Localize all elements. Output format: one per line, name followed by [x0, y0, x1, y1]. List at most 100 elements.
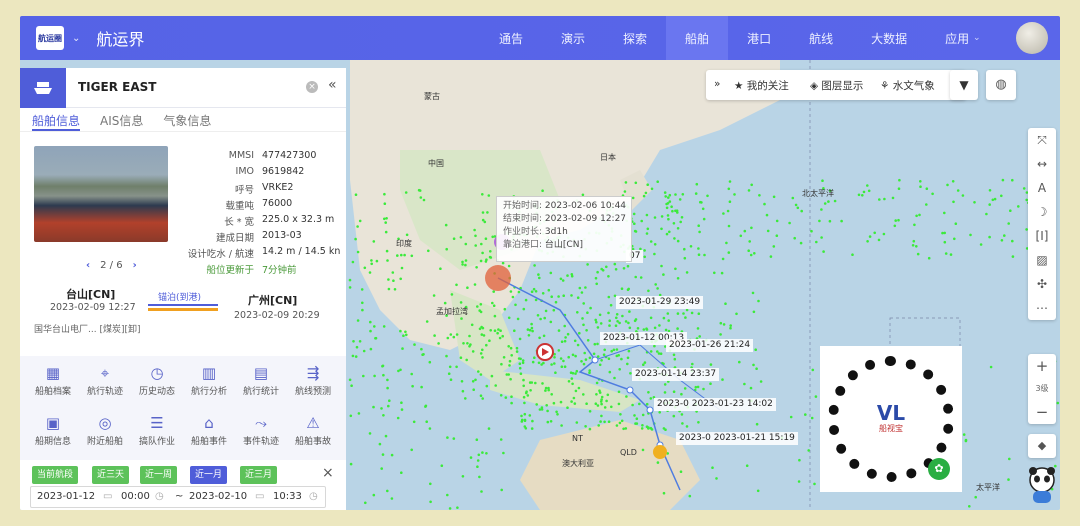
ship-dot[interactable]	[653, 326, 657, 330]
ship-dot[interactable]	[607, 311, 610, 315]
ship-dot[interactable]	[631, 403, 634, 407]
ship-dot[interactable]	[420, 385, 423, 389]
ship-dot[interactable]	[641, 448, 645, 452]
ship-dot[interactable]	[358, 340, 362, 343]
ship-dot[interactable]	[645, 213, 649, 217]
ship-dot[interactable]	[475, 266, 478, 269]
ship-dot[interactable]	[446, 436, 449, 439]
ship-dot[interactable]	[378, 442, 382, 446]
ship-dot[interactable]	[600, 267, 603, 271]
ship-dot[interactable]	[915, 214, 918, 218]
ship-dot[interactable]	[675, 209, 679, 212]
ship-dot[interactable]	[481, 326, 485, 330]
ship-dot[interactable]	[505, 373, 509, 376]
ship-dot[interactable]	[985, 212, 988, 216]
ship-dot[interactable]	[1011, 178, 1014, 182]
ship-dot[interactable]	[554, 371, 557, 375]
ship-dot[interactable]	[515, 346, 519, 350]
ship-dot[interactable]	[559, 400, 563, 404]
ship-dot[interactable]	[676, 277, 680, 280]
ship-dot[interactable]	[473, 228, 476, 232]
ship-dot[interactable]	[676, 312, 680, 315]
ship-dot[interactable]	[620, 357, 623, 361]
ship-dot[interactable]	[526, 328, 530, 331]
ship-dot[interactable]	[490, 374, 494, 378]
ship-dot[interactable]	[362, 374, 365, 378]
ship-dot[interactable]	[503, 307, 507, 311]
ship-dot[interactable]	[582, 362, 586, 366]
zoom-out-button[interactable]: −	[1028, 400, 1056, 424]
ship-dot[interactable]	[382, 414, 385, 417]
ship-dot[interactable]	[497, 328, 500, 331]
ship-dot[interactable]	[368, 432, 372, 435]
ship-dot[interactable]	[722, 212, 725, 215]
ship-dot[interactable]	[649, 350, 653, 353]
ship-dot[interactable]	[799, 241, 803, 245]
ship-dot[interactable]	[1022, 187, 1026, 190]
ship-dot[interactable]	[385, 217, 388, 220]
ship-dot[interactable]	[370, 262, 374, 266]
ship-dot[interactable]	[477, 370, 480, 373]
ship-dot[interactable]	[616, 320, 619, 323]
ship-dot[interactable]	[576, 311, 579, 314]
ship-dot[interactable]	[383, 217, 386, 221]
ship-dot[interactable]	[584, 425, 587, 428]
ship-dot[interactable]	[381, 364, 384, 368]
ship-dot[interactable]	[749, 386, 753, 390]
ship-dot[interactable]	[563, 365, 567, 369]
ship-dot[interactable]	[405, 233, 409, 237]
ship-dot[interactable]	[619, 413, 622, 416]
ship-dot[interactable]	[641, 413, 645, 417]
ship-dot[interactable]	[644, 191, 648, 195]
nav-item-ships[interactable]: 船舶	[666, 16, 729, 60]
ship-dot[interactable]	[446, 336, 450, 340]
ship-dot[interactable]	[372, 405, 375, 409]
ship-dot[interactable]	[382, 325, 386, 328]
ship-dot[interactable]	[397, 369, 400, 373]
ship-dot[interactable]	[489, 329, 493, 332]
ship-dot[interactable]	[897, 218, 900, 222]
ship-dot[interactable]	[615, 316, 618, 320]
ship-dot[interactable]	[486, 211, 489, 214]
ship-dot[interactable]	[479, 373, 483, 376]
ship-dot[interactable]	[387, 404, 390, 408]
ship-dot[interactable]	[481, 451, 484, 454]
ship-dot[interactable]	[585, 402, 588, 406]
ship-dot[interactable]	[369, 329, 372, 333]
ship-dot[interactable]	[540, 408, 544, 411]
ship-dot[interactable]	[628, 326, 632, 330]
ship-dot[interactable]	[617, 354, 620, 357]
ship-dot[interactable]	[624, 427, 628, 430]
ship-dot[interactable]	[596, 270, 599, 274]
ship-dot[interactable]	[680, 413, 684, 416]
ship-dot[interactable]	[861, 194, 864, 197]
ship-dot[interactable]	[464, 242, 468, 246]
ship-dot[interactable]	[475, 438, 479, 442]
ship-dot[interactable]	[462, 342, 465, 345]
ship-dot[interactable]	[664, 428, 667, 432]
ship-dot[interactable]	[800, 209, 803, 213]
ship-dot[interactable]	[612, 348, 616, 352]
ship-dot[interactable]	[511, 295, 515, 299]
ship-dot[interactable]	[642, 328, 646, 331]
ship-dot[interactable]	[810, 229, 813, 233]
ship-dot[interactable]	[529, 389, 532, 392]
ship-dot[interactable]	[667, 217, 670, 221]
ship-dot[interactable]	[993, 197, 997, 201]
ship-dot[interactable]	[494, 384, 498, 387]
ship-dot[interactable]	[925, 203, 928, 206]
ship-dot[interactable]	[561, 279, 565, 282]
ship-dot[interactable]	[464, 259, 468, 262]
ship-dot[interactable]	[851, 253, 854, 256]
ship-dot[interactable]	[618, 368, 621, 371]
ship-dot[interactable]	[492, 290, 496, 293]
ship-dot[interactable]	[588, 371, 591, 375]
ship-dot[interactable]	[685, 425, 689, 428]
ship-dot[interactable]	[857, 193, 861, 197]
ship-dot[interactable]	[410, 448, 414, 452]
ship-dot[interactable]	[698, 230, 701, 234]
ship-dot[interactable]	[756, 489, 760, 493]
ship-dot[interactable]	[480, 242, 483, 246]
ship-dot[interactable]	[380, 407, 383, 410]
ship-dot[interactable]	[349, 462, 353, 466]
